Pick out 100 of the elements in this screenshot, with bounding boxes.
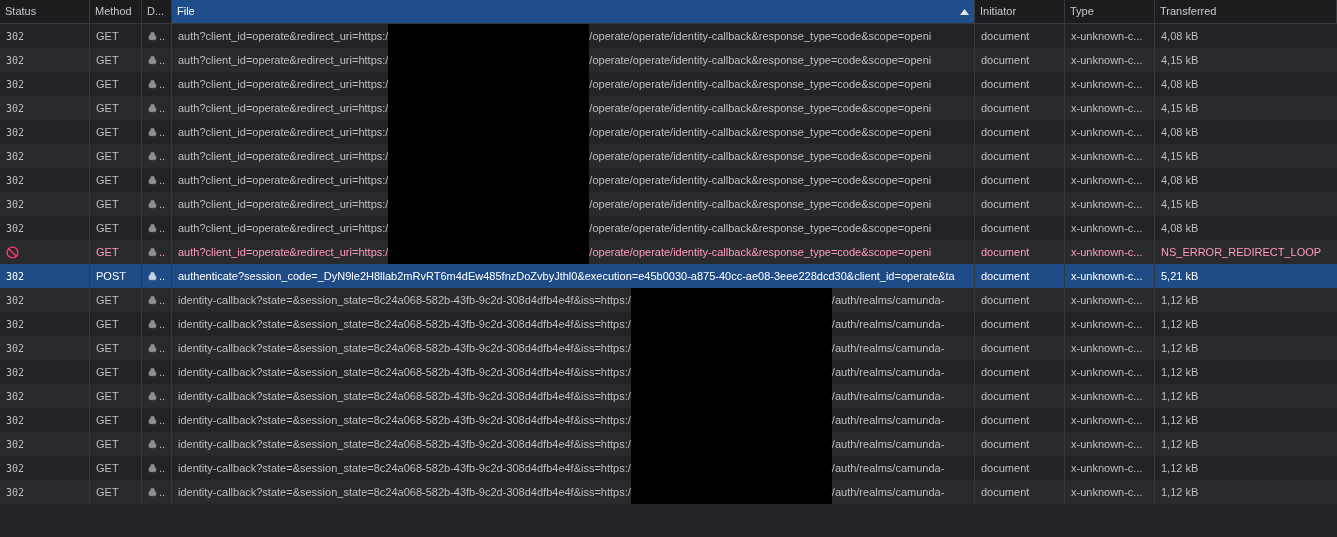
status-code: 302 [6,197,25,212]
request-row[interactable]: 302 GET .. auth?client_id=operate&redirect_uri=https:/ /operate/operate/identity-callback&response_type=code&scope=openi document x-unknown-c... 4,15 kB [0,192,1337,216]
domain-text: .. [158,148,165,164]
domain-text: .. [158,364,165,380]
file-text: /auth/realms/camunda- [831,292,945,308]
file-text: identity-callback?state=&session_state=8c24a068-582b-43fb-9c2d-308d4dfb4e4f&iss=https:/ [178,292,631,308]
file-text: identity-callback?state=&session_state=8c24a068-582b-43fb-9c2d-308d4dfb4e4f&iss=https:/ [178,460,631,476]
initiator-text: document [981,172,1030,188]
lock-icon [148,29,157,43]
type-text: x-unknown-c... [1071,148,1143,164]
method-text: GET [96,28,119,44]
domain-text: .. [158,196,165,212]
request-row[interactable]: 302 GET .. identity-callback?state=&session_state=8c24a068-582b-43fb-9c2d-308d4dfb4e4f&iss=https:/ /auth/realms/camunda- document x-unknown-c... 1,12 kB [0,288,1337,312]
transferred-text: 4,15 kB [1161,52,1199,68]
domain-text: .. [158,28,165,44]
status-code: 302 [6,77,25,92]
method-text: GET [96,412,119,428]
transferred-text: 4,08 kB [1161,172,1199,188]
request-row[interactable]: 302 GET .. identity-callback?state=&session_state=8c24a068-582b-43fb-9c2d-308d4dfb4e4f&iss=https:/ /auth/realms/camunda- document x-unknown-c... 1,12 kB [0,384,1337,408]
method-text: GET [96,76,119,92]
status-code: 302 [6,389,25,404]
file-text: auth?client_id=operate&redirect_uri=https:/ [178,148,389,164]
file-text: identity-callback?state=&session_state=8c24a068-582b-43fb-9c2d-308d4dfb4e4f&iss=https:/ [178,364,631,380]
file-text: /operate/operate/identity-callback&response_type=code&scope=openi [589,52,932,68]
method-text: POST [96,268,126,284]
method-text: GET [96,364,119,380]
domain-text: .. [158,388,165,404]
transferred-text: 4,15 kB [1161,100,1199,116]
initiator-text: document [981,268,1030,284]
status-code: 302 [6,341,25,356]
lock-icon [148,101,157,115]
file-text: /auth/realms/camunda- [831,388,945,404]
status-code: 302 [6,149,25,164]
column-header[interactable]: Transferred [1155,0,1337,23]
file-text: /auth/realms/camunda- [831,364,945,380]
column-header[interactable]: File [172,0,975,23]
column-header[interactable]: Initiator [975,0,1065,23]
column-header[interactable]: Method [90,0,142,23]
type-text: x-unknown-c... [1071,28,1143,44]
method-text: GET [96,436,119,452]
status-code: 302 [6,365,25,380]
lock-icon [148,125,157,139]
file-text: /operate/operate/identity-callback&response_type=code&scope=openi [589,76,932,92]
file-text: /auth/realms/camunda- [831,484,945,500]
lock-icon [148,437,157,451]
request-row[interactable]: 302 GET .. identity-callback?state=&session_state=8c24a068-582b-43fb-9c2d-308d4dfb4e4f&iss=https:/ /auth/realms/camunda- document x-unknown-c... 1,12 kB [0,432,1337,456]
lock-icon [148,317,157,331]
initiator-text: document [981,220,1030,236]
status-code: 302 [6,125,25,140]
lock-icon [148,461,157,475]
request-row[interactable]: 302 GET .. auth?client_id=operate&redirect_uri=https:/ /operate/operate/identity-callback&response_type=code&scope=openi document x-unknown-c... 4,15 kB [0,48,1337,72]
domain-text: .. [158,460,165,476]
initiator-text: document [981,436,1030,452]
status-code: 302 [6,317,25,332]
status-code: 302 [6,461,25,476]
status-code: 302 [6,29,25,44]
file-text: /auth/realms/camunda- [831,412,945,428]
file-text: /operate/operate/identity-callback&response_type=code&scope=openi [589,196,932,212]
request-row[interactable]: 302 GET .. identity-callback?state=&session_state=8c24a068-582b-43fb-9c2d-308d4dfb4e4f&iss=https:/ /auth/realms/camunda- document x-unknown-c... 1,12 kB [0,336,1337,360]
initiator-text: document [981,292,1030,308]
file-text: auth?client_id=operate&redirect_uri=https:/ [178,52,389,68]
domain-text: .. [158,436,165,452]
method-text: GET [96,220,119,236]
method-text: GET [96,316,119,332]
type-text: x-unknown-c... [1071,124,1143,140]
file-text: /operate/operate/identity-callback&response_type=code&scope=openi [589,124,932,140]
lock-icon [148,365,157,379]
type-text: x-unknown-c... [1071,388,1143,404]
lock-icon [148,341,157,355]
column-header[interactable]: Type [1065,0,1155,23]
file-text: /auth/realms/camunda- [831,460,945,476]
lock-icon [148,485,157,499]
file-text: auth?client_id=operate&redirect_uri=https:/ [178,244,389,260]
file-text: identity-callback?state=&session_state=8c24a068-582b-43fb-9c2d-308d4dfb4e4f&iss=https:/ [178,412,631,428]
file-text: /operate/operate/identity-callback&response_type=code&scope=openi [589,220,932,236]
type-text: x-unknown-c... [1071,268,1143,284]
file-text: /operate/operate/identity-callback&response_type=code&scope=openi [589,28,932,44]
status-code: 302 [6,269,25,284]
file-text: /auth/realms/camunda- [831,316,945,332]
lock-icon [148,197,157,211]
transferred-text: 4,08 kB [1161,76,1199,92]
request-row[interactable]: 302 GET .. auth?client_id=operate&redirect_uri=https:/ /operate/operate/identity-callback&response_type=code&scope=openi document x-unknown-c... 4,15 kB [0,144,1337,168]
request-row[interactable]: 302 POST .. authenticate?session_code=_DyN9le2H8llab2mRvRT6m4dEw485fnzDoZvbyJthl0&execution=e45b0030-a875-40cc-ae08-3eee228dcd30&client_id=operate&ta document x-unknown-c... 5,21 kB [0,264,1337,288]
type-text: x-unknown-c... [1071,100,1143,116]
request-row[interactable]: 302 GET .. auth?client_id=operate&redirect_uri=https:/ /operate/operate/identity-callback&response_type=code&scope=openi document x-unknown-c... 4,15 kB [0,96,1337,120]
status-code: 302 [6,485,25,500]
type-text: x-unknown-c... [1071,436,1143,452]
transferred-text: 1,12 kB [1161,436,1199,452]
request-row[interactable]: 302 GET .. identity-callback?state=&session_state=8c24a068-582b-43fb-9c2d-308d4dfb4e4f&iss=https:/ /auth/realms/camunda- document x-unknown-c... 1,12 kB [0,480,1337,504]
column-header[interactable]: Status [0,0,90,23]
request-row[interactable]: GET .. auth?client_id=operate&redirect_uri=https:/ /operate/operate/identity-callback&response_type=code&scope=openi document x-unknown-c... NS_ERROR_REDIRECT_LOOP [0,240,1337,264]
initiator-text: document [981,460,1030,476]
initiator-text: document [981,364,1030,380]
initiator-text: document [981,340,1030,356]
transferred-text: 5,21 kB [1161,268,1199,284]
status-code: 302 [6,221,25,236]
file-text: identity-callback?state=&session_state=8c24a068-582b-43fb-9c2d-308d4dfb4e4f&iss=https:/ [178,340,631,356]
lock-icon [148,53,157,67]
initiator-text: document [981,148,1030,164]
type-text: x-unknown-c... [1071,244,1143,260]
